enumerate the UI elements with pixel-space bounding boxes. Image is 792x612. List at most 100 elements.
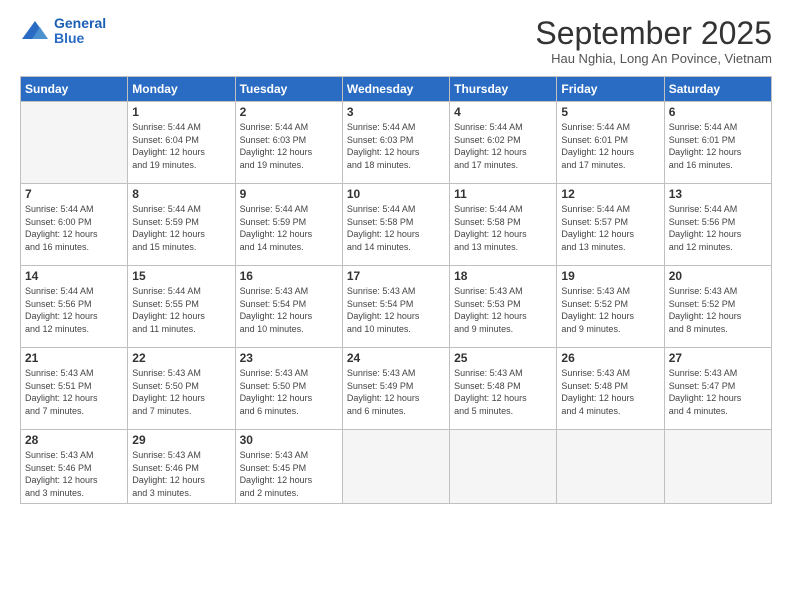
table-row: 18 Sunrise: 5:43 AM Sunset: 5:53 PM Dayli… [450,266,557,348]
day-number: 17 [347,269,445,283]
logo: General Blue [20,16,106,47]
table-row: 17Sunrise: 5:43 AM Sunset: 5:54 PM Dayli… [342,266,449,348]
table-row [450,430,557,503]
day-number: 5 [561,105,659,119]
table-row: 6 Sunrise: 5:44 AM Sunset: 6:01 PM Daylig… [664,102,771,184]
day-info: Sunrise: 5:44 AM Sunset: 5:59 PM Dayligh… [132,203,230,253]
table-row: 15 Sunrise: 5:44 AM Sunset: 5:55 PM Dayli… [128,266,235,348]
day-info: Sunrise: 5:44 AM Sunset: 6:03 PM Dayligh… [240,121,338,171]
day-number: 15 [132,269,230,283]
day-number: 30 [240,433,338,447]
day-number: 14 [25,269,123,283]
col-saturday: Saturday [664,77,771,102]
col-monday: Monday [128,77,235,102]
logo-line1: General [54,15,106,31]
table-row: 30 Sunrise: 5:43 AM Sunset: 5:45 PM Dayli… [235,430,342,503]
day-info: Sunrise: 5:43 AM Sunset: 5:46 PM Dayligh… [132,449,230,499]
table-row: 7 Sunrise: 5:44 AM Sunset: 6:00 PM Daylig… [21,184,128,266]
logo-icon [20,19,50,43]
day-info: Sunrise: 5:44 AM Sunset: 5:58 PM Dayligh… [454,203,552,253]
day-info: Sunrise: 5:43 AM Sunset: 5:46 PM Dayligh… [25,449,123,499]
day-info: Sunrise: 5:43 AM Sunset: 5:52 PM Dayligh… [561,285,659,335]
table-row: 22 Sunrise: 5:43 AM Sunset: 5:50 PM Dayli… [128,348,235,430]
page: General Blue September 2025 Hau Nghia, L… [0,0,792,612]
title-block: September 2025 Hau Nghia, Long An Povinc… [535,16,772,66]
day-number: 2 [240,105,338,119]
day-number: 26 [561,351,659,365]
day-info: Sunrise: 5:43 AM Sunset: 5:48 PM Dayligh… [561,367,659,417]
day-info: Sunrise: 5:43 AM Sunset: 5:50 PM Dayligh… [132,367,230,417]
table-row: 8 Sunrise: 5:44 AM Sunset: 5:59 PM Daylig… [128,184,235,266]
day-info: Sunrise: 5:43 AM Sunset: 5:51 PM Dayligh… [25,367,123,417]
day-number: 16 [240,269,338,283]
table-row: 23Sunrise: 5:43 AM Sunset: 5:50 PM Dayli… [235,348,342,430]
day-info: Sunrise: 5:43 AM Sunset: 5:52 PM Dayligh… [669,285,767,335]
table-row: 12 Sunrise: 5:44 AM Sunset: 5:57 PM Dayli… [557,184,664,266]
day-info: Sunrise: 5:44 AM Sunset: 6:03 PM Dayligh… [347,121,445,171]
table-row: 9 Sunrise: 5:44 AM Sunset: 5:59 PM Daylig… [235,184,342,266]
day-number: 27 [669,351,767,365]
col-friday: Friday [557,77,664,102]
table-row: 21Sunrise: 5:43 AM Sunset: 5:51 PM Dayli… [21,348,128,430]
table-row: 3 Sunrise: 5:44 AM Sunset: 6:03 PM Daylig… [342,102,449,184]
day-number: 25 [454,351,552,365]
day-number: 8 [132,187,230,201]
day-info: Sunrise: 5:44 AM Sunset: 5:56 PM Dayligh… [669,203,767,253]
day-number: 3 [347,105,445,119]
header: General Blue September 2025 Hau Nghia, L… [20,16,772,66]
logo-line2: Blue [54,30,84,46]
day-number: 20 [669,269,767,283]
table-row [664,430,771,503]
day-info: Sunrise: 5:44 AM Sunset: 6:02 PM Dayligh… [454,121,552,171]
table-row: 20 Sunrise: 5:43 AM Sunset: 5:52 PM Dayli… [664,266,771,348]
table-row: 28 Sunrise: 5:43 AM Sunset: 5:46 PM Dayli… [21,430,128,503]
day-info: Sunrise: 5:44 AM Sunset: 5:55 PM Dayligh… [132,285,230,335]
col-sunday: Sunday [21,77,128,102]
day-number: 1 [132,105,230,119]
table-row: 25 Sunrise: 5:43 AM Sunset: 5:48 PM Dayli… [450,348,557,430]
day-number: 24 [347,351,445,365]
calendar-table: Sunday Monday Tuesday Wednesday Thursday… [20,76,772,503]
calendar-header-row: Sunday Monday Tuesday Wednesday Thursday… [21,77,772,102]
day-info: Sunrise: 5:44 AM Sunset: 5:59 PM Dayligh… [240,203,338,253]
day-number: 11 [454,187,552,201]
day-number: 22 [132,351,230,365]
day-number: 28 [25,433,123,447]
day-info: Sunrise: 5:44 AM Sunset: 5:58 PM Dayligh… [347,203,445,253]
day-info: Sunrise: 5:44 AM Sunset: 5:56 PM Dayligh… [25,285,123,335]
table-row: 27 Sunrise: 5:43 AM Sunset: 5:47 PM Dayli… [664,348,771,430]
table-row: 1 Sunrise: 5:44 AM Sunset: 6:04 PM Daylig… [128,102,235,184]
day-info: Sunrise: 5:44 AM Sunset: 6:04 PM Dayligh… [132,121,230,171]
day-info: Sunrise: 5:43 AM Sunset: 5:45 PM Dayligh… [240,449,338,499]
location: Hau Nghia, Long An Povince, Vietnam [535,51,772,66]
day-number: 7 [25,187,123,201]
day-info: Sunrise: 5:43 AM Sunset: 5:48 PM Dayligh… [454,367,552,417]
day-number: 9 [240,187,338,201]
day-number: 12 [561,187,659,201]
day-info: Sunrise: 5:43 AM Sunset: 5:54 PM Dayligh… [240,285,338,335]
month-title: September 2025 [535,16,772,51]
day-info: Sunrise: 5:44 AM Sunset: 6:01 PM Dayligh… [669,121,767,171]
table-row: 5 Sunrise: 5:44 AM Sunset: 6:01 PM Daylig… [557,102,664,184]
day-info: Sunrise: 5:44 AM Sunset: 6:00 PM Dayligh… [25,203,123,253]
table-row: 29Sunrise: 5:43 AM Sunset: 5:46 PM Dayli… [128,430,235,503]
table-row: 11 Sunrise: 5:44 AM Sunset: 5:58 PM Dayli… [450,184,557,266]
col-wednesday: Wednesday [342,77,449,102]
table-row: 2 Sunrise: 5:44 AM Sunset: 6:03 PM Daylig… [235,102,342,184]
table-row: 19 Sunrise: 5:43 AM Sunset: 5:52 PM Dayli… [557,266,664,348]
day-number: 6 [669,105,767,119]
table-row: 26 Sunrise: 5:43 AM Sunset: 5:48 PM Dayli… [557,348,664,430]
table-row [21,102,128,184]
day-info: Sunrise: 5:44 AM Sunset: 6:01 PM Dayligh… [561,121,659,171]
day-number: 13 [669,187,767,201]
day-number: 4 [454,105,552,119]
table-row [557,430,664,503]
day-number: 19 [561,269,659,283]
col-tuesday: Tuesday [235,77,342,102]
day-info: Sunrise: 5:43 AM Sunset: 5:47 PM Dayligh… [669,367,767,417]
day-info: Sunrise: 5:44 AM Sunset: 5:57 PM Dayligh… [561,203,659,253]
day-number: 23 [240,351,338,365]
table-row: 13 Sunrise: 5:44 AM Sunset: 5:56 PM Dayli… [664,184,771,266]
day-info: Sunrise: 5:43 AM Sunset: 5:53 PM Dayligh… [454,285,552,335]
day-number: 18 [454,269,552,283]
